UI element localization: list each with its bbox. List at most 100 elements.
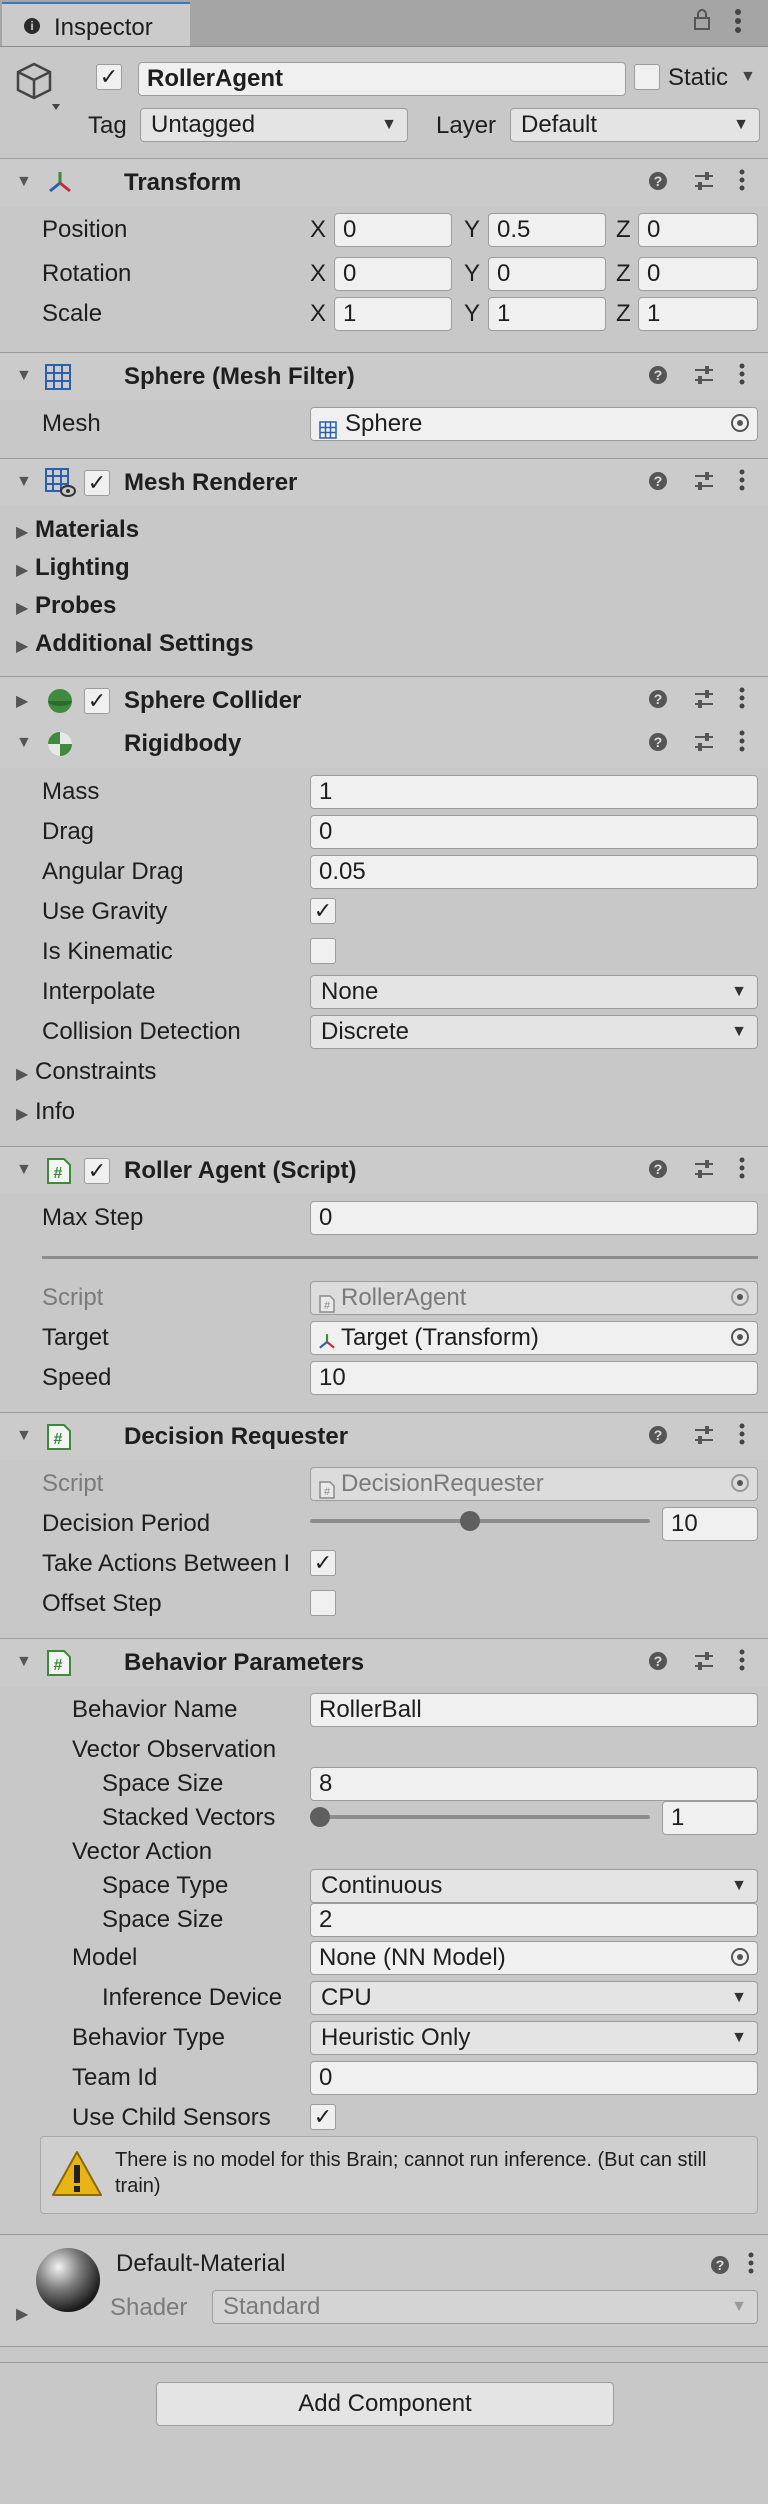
angular-drag-field[interactable]: 0.05 xyxy=(310,855,758,889)
behavior-name-field[interactable]: RollerBall xyxy=(310,1693,758,1727)
is-kinematic-checkbox[interactable] xyxy=(310,938,336,964)
foldout-arrow-icon[interactable]: ▼ xyxy=(16,734,32,752)
roller-agent-header[interactable]: ▼ # ✓ Roller Agent (Script) ? xyxy=(0,1146,768,1194)
mass-field[interactable]: 1 xyxy=(310,775,758,809)
drag-field[interactable]: 0 xyxy=(310,815,758,849)
foldout-arrow-icon[interactable]: ▼ xyxy=(16,1427,32,1445)
gameobject-active-checkbox[interactable]: ✓ xyxy=(96,64,122,90)
foldout-materials[interactable]: ▶ Materials xyxy=(16,516,139,544)
transform-header[interactable]: ▼ Transform ? xyxy=(0,158,768,206)
help-icon[interactable]: ? xyxy=(648,470,668,498)
foldout-arrow-icon[interactable]: ▼ xyxy=(16,1161,32,1179)
offset-step-checkbox[interactable] xyxy=(310,1590,336,1616)
presets-icon[interactable] xyxy=(693,1650,715,1678)
gameobject-icon[interactable] xyxy=(14,60,62,123)
behavior-parameters-header[interactable]: ▼ # Behavior Parameters ? xyxy=(0,1638,768,1686)
position-z-field[interactable]: 0 xyxy=(638,213,758,247)
team-id-field[interactable]: 0 xyxy=(310,2061,758,2095)
foldout-probes[interactable]: ▶ Probes xyxy=(16,592,116,620)
foldout-arrow-icon[interactable]: ▼ xyxy=(16,473,32,491)
kebab-menu-icon[interactable] xyxy=(734,8,742,40)
take-actions-checkbox[interactable]: ✓ xyxy=(310,1550,336,1576)
foldout-info[interactable]: ▶ Info xyxy=(16,1098,75,1126)
kebab-menu-icon[interactable] xyxy=(748,2252,754,2281)
gameobject-name-field[interactable]: RollerAgent xyxy=(138,62,626,96)
presets-icon[interactable] xyxy=(693,688,715,716)
presets-icon[interactable] xyxy=(693,170,715,198)
decision-requester-header[interactable]: ▼ # Decision Requester ? xyxy=(0,1412,768,1460)
rigidbody-header[interactable]: ▼ Rigidbody ? xyxy=(0,720,768,768)
use-gravity-checkbox[interactable]: ✓ xyxy=(310,898,336,924)
slider-thumb[interactable] xyxy=(460,1511,480,1531)
scale-y-field[interactable]: 1 xyxy=(488,297,606,331)
help-icon[interactable]: ? xyxy=(648,1650,668,1678)
help-icon[interactable]: ? xyxy=(648,688,668,716)
sphere-collider-header[interactable]: ▶ ✓ Sphere Collider ? xyxy=(0,676,768,724)
stacked-vectors-field[interactable]: 1 xyxy=(662,1801,758,1835)
use-child-sensors-checkbox[interactable]: ✓ xyxy=(310,2104,336,2130)
max-step-field[interactable]: 0 xyxy=(310,1201,758,1235)
object-picker-icon[interactable] xyxy=(731,1328,749,1346)
kebab-menu-icon[interactable] xyxy=(739,1649,745,1678)
model-object-field[interactable]: None (NN Model) xyxy=(310,1941,758,1975)
target-object-field[interactable]: Target (Transform) xyxy=(310,1321,758,1355)
foldout-arrow-icon[interactable]: ▼ xyxy=(16,1653,32,1671)
foldout-additional-settings[interactable]: ▶ Additional Settings xyxy=(16,630,254,658)
object-picker-icon[interactable] xyxy=(731,1948,749,1966)
presets-icon[interactable] xyxy=(693,470,715,498)
layer-dropdown[interactable]: Default ▼ xyxy=(510,108,760,142)
add-component-button[interactable]: Add Component xyxy=(156,2382,614,2426)
presets-icon[interactable] xyxy=(693,1424,715,1452)
behavior-type-dropdown[interactable]: Heuristic Only ▼ xyxy=(310,2021,758,2055)
foldout-lighting[interactable]: ▶ Lighting xyxy=(16,554,130,582)
rotation-z-field[interactable]: 0 xyxy=(638,257,758,291)
decision-period-slider[interactable] xyxy=(310,1504,650,1538)
help-icon[interactable]: ? xyxy=(648,1158,668,1186)
action-space-size-field[interactable]: 2 xyxy=(310,1903,758,1937)
stacked-vectors-slider[interactable] xyxy=(310,1800,650,1834)
help-icon[interactable]: ? xyxy=(648,364,668,392)
foldout-arrow-icon[interactable]: ▶ xyxy=(16,2304,28,2324)
speed-field[interactable]: 10 xyxy=(310,1361,758,1395)
rotation-y-field[interactable]: 0 xyxy=(488,257,606,291)
scale-z-field[interactable]: 1 xyxy=(638,297,758,331)
collision-detection-dropdown[interactable]: Discrete ▼ xyxy=(310,1015,758,1049)
object-picker-icon[interactable] xyxy=(731,414,749,432)
presets-icon[interactable] xyxy=(693,1158,715,1186)
mesh-renderer-header[interactable]: ▼ ✓ Mesh Renderer ? xyxy=(0,458,768,506)
tab-inspector[interactable]: i Inspector xyxy=(2,2,190,46)
mesh-renderer-enabled-checkbox[interactable]: ✓ xyxy=(84,470,110,496)
roller-agent-enabled-checkbox[interactable]: ✓ xyxy=(84,1158,110,1184)
kebab-menu-icon[interactable] xyxy=(739,730,745,759)
tag-dropdown[interactable]: Untagged ▼ xyxy=(140,108,408,142)
foldout-arrow-icon[interactable]: ▼ xyxy=(16,367,32,385)
space-type-dropdown[interactable]: Continuous ▼ xyxy=(310,1869,758,1903)
kebab-menu-icon[interactable] xyxy=(739,469,745,498)
help-icon[interactable]: ? xyxy=(648,1424,668,1452)
lock-icon[interactable] xyxy=(692,8,712,38)
foldout-arrow-icon[interactable]: ▶ xyxy=(16,691,28,711)
decision-period-field[interactable]: 10 xyxy=(662,1507,758,1541)
scale-x-field[interactable]: 1 xyxy=(334,297,452,331)
help-icon[interactable]: ? xyxy=(648,731,668,759)
sphere-collider-enabled-checkbox[interactable]: ✓ xyxy=(84,688,110,714)
foldout-constraints[interactable]: ▶ Constraints xyxy=(16,1058,156,1086)
kebab-menu-icon[interactable] xyxy=(739,363,745,392)
help-icon[interactable]: ? xyxy=(710,2254,730,2282)
kebab-menu-icon[interactable] xyxy=(739,169,745,198)
slider-thumb[interactable] xyxy=(310,1807,330,1827)
position-y-field[interactable]: 0.5 xyxy=(488,213,606,247)
material-sphere-icon[interactable] xyxy=(32,2244,104,2323)
mesh-object-field[interactable]: Sphere xyxy=(310,407,758,441)
kebab-menu-icon[interactable] xyxy=(739,1157,745,1186)
interpolate-dropdown[interactable]: None ▼ xyxy=(310,975,758,1009)
kebab-menu-icon[interactable] xyxy=(739,687,745,716)
kebab-menu-icon[interactable] xyxy=(739,1423,745,1452)
presets-icon[interactable] xyxy=(693,364,715,392)
presets-icon[interactable] xyxy=(693,731,715,759)
inference-device-dropdown[interactable]: CPU ▼ xyxy=(310,1981,758,2015)
obs-space-size-field[interactable]: 8 xyxy=(310,1767,758,1801)
help-icon[interactable]: ? xyxy=(648,170,668,198)
foldout-arrow-icon[interactable]: ▼ xyxy=(16,173,32,191)
rotation-x-field[interactable]: 0 xyxy=(334,257,452,291)
